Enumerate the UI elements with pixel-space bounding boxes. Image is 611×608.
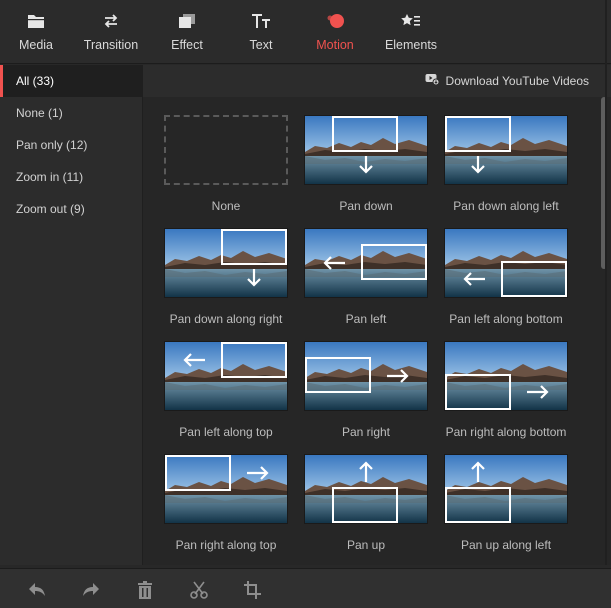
motion-thumbnail bbox=[444, 228, 568, 298]
motion-thumbnail bbox=[304, 341, 428, 411]
motion-item-pan-right-along-top[interactable]: Pan right along top bbox=[164, 454, 288, 552]
motion-item-pan-right-along-bottom[interactable]: Pan right along bottom bbox=[444, 341, 568, 439]
motion-thumbnail bbox=[444, 115, 568, 185]
motion-library: Download YouTube Videos None Pan down Pa… bbox=[143, 65, 611, 565]
sidebar-item-zoom-in[interactable]: Zoom in (11) bbox=[0, 161, 142, 193]
sidebar-item-all[interactable]: All (33) bbox=[0, 65, 142, 97]
effect-layers-icon bbox=[178, 12, 196, 30]
motion-name: Pan down along right bbox=[169, 312, 283, 326]
motion-icon bbox=[325, 12, 345, 30]
download-youtube-link[interactable]: Download YouTube Videos bbox=[425, 73, 589, 88]
motion-thumbnail bbox=[164, 454, 288, 524]
motion-name: Pan right along top bbox=[175, 538, 277, 552]
swap-arrows-icon bbox=[102, 12, 120, 30]
motion-thumbnail bbox=[164, 228, 288, 298]
motion-item-pan-left-along-top[interactable]: Pan left along top bbox=[164, 341, 288, 439]
motion-thumbnail bbox=[304, 454, 428, 524]
tab-label: Transition bbox=[83, 38, 139, 52]
tab-label: Media bbox=[18, 38, 54, 52]
sidebar-item-zoom-out[interactable]: Zoom out (9) bbox=[0, 193, 142, 225]
category-sidebar: All (33) None (1) Pan only (12) Zoom in … bbox=[0, 65, 143, 565]
text-icon bbox=[251, 12, 271, 30]
tab-elements[interactable]: Elements bbox=[375, 0, 447, 64]
motion-name: Pan left along top bbox=[179, 425, 273, 439]
motion-name: Pan up bbox=[346, 538, 386, 552]
motion-item-pan-up-along-left[interactable]: Pan up along left bbox=[444, 454, 568, 552]
tab-text[interactable]: Text bbox=[225, 0, 297, 64]
tab-motion[interactable]: Motion bbox=[299, 0, 371, 64]
undo-icon[interactable] bbox=[27, 581, 47, 599]
motion-name: Pan left bbox=[345, 312, 387, 326]
panel-edge bbox=[605, 0, 607, 565]
folder-icon bbox=[27, 12, 45, 30]
motion-item-pan-left[interactable]: Pan left bbox=[304, 228, 428, 326]
redo-icon[interactable] bbox=[81, 581, 101, 599]
motion-item-pan-down-along-left[interactable]: Pan down along left bbox=[444, 115, 568, 213]
motion-item-pan-right[interactable]: Pan right bbox=[304, 341, 428, 439]
bottom-toolbar bbox=[0, 568, 611, 608]
tab-media[interactable]: Media bbox=[0, 0, 72, 64]
crop-icon[interactable] bbox=[243, 581, 263, 599]
motion-name: None bbox=[211, 199, 241, 213]
motion-name: Pan right along bottom bbox=[445, 425, 567, 439]
tab-label: Motion bbox=[316, 38, 354, 52]
sidebar-item-pan-only[interactable]: Pan only (12) bbox=[0, 129, 142, 161]
tab-label: Text bbox=[249, 38, 273, 52]
motion-name: Pan down bbox=[339, 199, 393, 213]
motion-name: Pan up along left bbox=[460, 538, 552, 552]
motion-thumbnail bbox=[444, 454, 568, 524]
sidebar-item-none[interactable]: None (1) bbox=[0, 97, 142, 129]
motion-thumbnail bbox=[304, 228, 428, 298]
tab-transition[interactable]: Transition bbox=[75, 0, 147, 64]
download-label: Download YouTube Videos bbox=[445, 73, 589, 88]
motion-item-pan-down-along-right[interactable]: Pan down along right bbox=[164, 228, 288, 326]
tab-effect[interactable]: Effect bbox=[151, 0, 223, 64]
cut-icon[interactable] bbox=[189, 581, 209, 599]
motion-item-pan-down[interactable]: Pan down bbox=[304, 115, 428, 213]
motion-grid: None Pan down Pan down along left Pan do… bbox=[164, 115, 574, 565]
motion-thumbnail bbox=[444, 341, 568, 411]
delete-icon[interactable] bbox=[135, 581, 155, 599]
motion-item-pan-left-along-bottom[interactable]: Pan left along bottom bbox=[444, 228, 568, 326]
motion-name: Pan left along bottom bbox=[449, 312, 563, 326]
motion-thumbnail bbox=[304, 115, 428, 185]
motion-item-none[interactable]: None bbox=[164, 115, 288, 213]
youtube-download-icon bbox=[425, 73, 440, 88]
motion-thumbnail bbox=[164, 341, 288, 411]
elements-icon bbox=[401, 12, 421, 30]
tab-label: Effect bbox=[171, 38, 203, 52]
motion-name: Pan down along left bbox=[453, 199, 559, 213]
empty-thumbnail bbox=[164, 115, 288, 185]
download-bar: Download YouTube Videos bbox=[143, 65, 611, 97]
tab-label: Elements bbox=[384, 38, 438, 52]
top-toolbar: Media Transition Effect Text Motion Elem… bbox=[0, 0, 611, 64]
motion-name: Pan right bbox=[341, 425, 391, 439]
motion-item-pan-up[interactable]: Pan up bbox=[304, 454, 428, 552]
